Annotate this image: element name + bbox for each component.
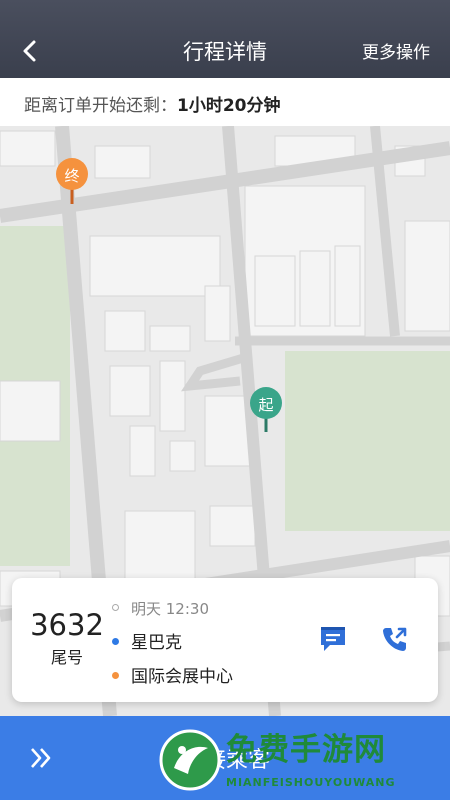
message-icon[interactable] — [318, 624, 348, 654]
destination-row: 国际会展中心 — [112, 662, 233, 687]
countdown-value: 1小时20分钟 — [177, 96, 281, 116]
park-area-east — [285, 351, 450, 531]
pickup-time: 明天 12:30 — [131, 600, 209, 618]
countdown-banner: 距离订单开始还剩：1小时20分钟 — [0, 78, 450, 126]
countdown-label: 距离订单开始还剩： — [24, 96, 177, 116]
pickup-time-row: 明天 12:30 — [112, 598, 209, 619]
watermark-logo-icon — [159, 729, 221, 791]
tail-number-label: 尾号 — [50, 648, 83, 667]
double-chevron-right-icon[interactable] — [28, 744, 56, 772]
tail-number: 3632 — [30, 608, 104, 642]
watermark-subtext: MIANFEISHOUYOUWANG — [226, 776, 396, 789]
origin-row: 星巴克 — [112, 628, 182, 653]
tail-number-block: 3632 尾号 — [12, 608, 122, 668]
phone-icon[interactable] — [380, 624, 410, 654]
destination-dot-icon — [112, 671, 119, 679]
watermark-text: 免费手游网 — [226, 732, 386, 768]
header-bar: 行程详情 更多操作 — [0, 0, 450, 78]
destination-text: 国际会展中心 — [131, 667, 233, 687]
order-card[interactable]: 3632 尾号 明天 12:30 星巴克 国际会展中心 — [12, 578, 438, 702]
time-dot-icon — [112, 604, 119, 611]
end-marker-label: 终 — [64, 167, 79, 185]
origin-dot-icon — [112, 637, 119, 645]
more-actions-button[interactable]: 更多操作 — [362, 38, 430, 63]
start-marker-label: 起 — [258, 396, 273, 414]
origin-text: 星巴克 — [131, 633, 182, 653]
